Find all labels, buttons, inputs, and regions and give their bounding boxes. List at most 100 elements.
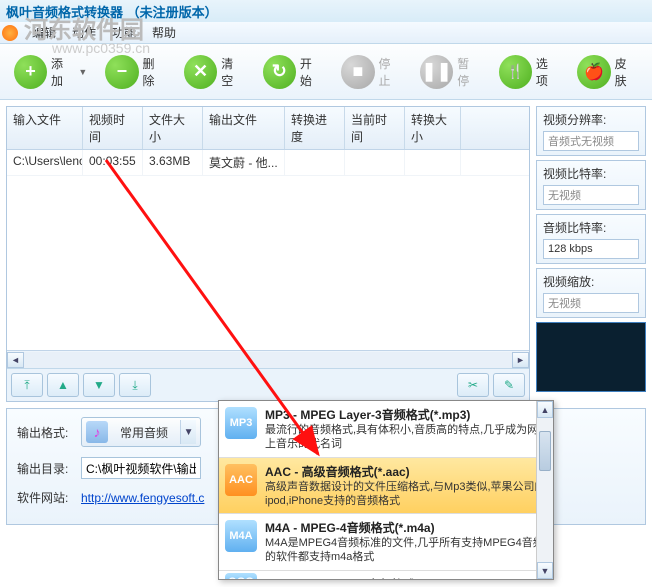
video-zoom-value[interactable]: 无视频 — [543, 293, 639, 313]
dd-desc: 最流行的音频格式,具有体积小,音质高的特点,几乎成为网上音乐的代名词 — [265, 423, 547, 452]
cell-converted — [405, 150, 461, 175]
dd-title: AAC - 高级音频格式(*.aac) — [265, 463, 547, 480]
pause-button[interactable]: ❚❚ 暂停 — [414, 51, 487, 93]
preview-area — [536, 322, 646, 392]
output-dir-input[interactable] — [81, 457, 201, 479]
add-button[interactable]: + 添加 ▼ — [8, 51, 93, 93]
move-down-button[interactable]: ▼ — [83, 373, 115, 397]
skin-button[interactable]: 🍎 皮肤 — [571, 51, 644, 93]
dropdown-item-mp3[interactable]: MP3 MP3 - MPEG Layer-3音频格式(*.mp3) 最流行的音频… — [219, 401, 553, 458]
dd-desc: M4A是MPEG4音频标准的文件,几乎所有支持MPEG4音频的软件都支持m4a格… — [265, 536, 547, 565]
menu-function[interactable]: 功能 — [104, 22, 144, 43]
clear-button[interactable]: ✕ 清空 — [178, 51, 251, 93]
scrollbar-thumb[interactable] — [539, 431, 551, 471]
scroll-up-icon[interactable]: ▲ — [537, 401, 553, 418]
video-bitrate-group: 视频比特率: 无视频 — [536, 160, 646, 210]
stop-label: 停止 — [379, 55, 402, 89]
th-time[interactable]: 视频时间 — [83, 107, 143, 149]
pause-icon: ❚❚ — [420, 55, 453, 89]
stop-button[interactable]: ■ 停止 — [335, 51, 408, 93]
cell-input: C:\Users\leno... — [7, 150, 83, 175]
format-combo[interactable]: ♪ 常用音频 ▼ — [81, 417, 201, 447]
dropdown-item-m4a[interactable]: M4A M4A - MPEG-4音频格式(*.m4a) M4A是MPEG4音频标… — [219, 514, 553, 571]
th-output[interactable]: 输出文件 — [203, 107, 285, 149]
options-label: 选项 — [536, 55, 559, 89]
cell-size: 3.63MB — [143, 150, 203, 175]
aac-icon: AAC — [225, 464, 257, 496]
th-input[interactable]: 输入文件 — [7, 107, 83, 149]
menu-help[interactable]: 帮助 — [144, 22, 184, 43]
plus-icon: + — [14, 55, 47, 89]
format-dropdown: MP3 MP3 - MPEG Layer-3音频格式(*.mp3) 最流行的音频… — [218, 400, 554, 580]
skin-label: 皮肤 — [615, 55, 638, 89]
pause-label: 暂停 — [457, 55, 480, 89]
video-res-value[interactable]: 音频式无视频 — [543, 131, 639, 151]
move-up-button[interactable]: ▲ — [47, 373, 79, 397]
window-title: 枫叶音频格式转换器 （未注册版本） — [6, 2, 218, 21]
m4a-icon: M4A — [225, 520, 257, 552]
ogg-icon: OGG — [225, 573, 257, 580]
scroll-down-icon[interactable]: ▼ — [537, 562, 553, 579]
dropdown-scrollbar[interactable]: ▲ ▼ — [536, 401, 553, 579]
table-row[interactable]: C:\Users\leno... 00:03:55 3.63MB 莫文蔚 - 他… — [7, 150, 529, 176]
format-combo-text: 常用音频 — [114, 424, 174, 441]
tools-icon: 🍴 — [499, 55, 532, 89]
table-body[interactable]: C:\Users\leno... 00:03:55 3.63MB 莫文蔚 - 他… — [7, 150, 529, 350]
options-button[interactable]: 🍴 选项 — [493, 51, 566, 93]
audio-bitrate-label: 音频比特率: — [543, 219, 639, 236]
video-bitrate-label: 视频比特率: — [543, 165, 639, 182]
chevron-down-icon[interactable]: ▼ — [180, 420, 196, 444]
cell-output: 莫文蔚 - 他... — [203, 150, 285, 175]
stop-icon: ■ — [341, 55, 374, 89]
move-bottom-button[interactable]: ⤓ — [119, 373, 151, 397]
edit-button[interactable]: ✎ — [493, 373, 525, 397]
format-label: 输出格式: — [17, 424, 73, 441]
mp3-icon: MP3 — [225, 407, 257, 439]
file-table: 输入文件 视频时间 文件大小 输出文件 转换进度 当前时间 转换大小 C:\Us… — [6, 106, 530, 402]
start-button[interactable]: ↻ 开始 — [257, 51, 330, 93]
scroll-right-icon[interactable]: ► — [512, 352, 529, 368]
play-icon: ↻ — [263, 55, 296, 89]
th-current[interactable]: 当前时间 — [345, 107, 405, 149]
site-link[interactable]: http://www.fengyesoft.c — [81, 491, 204, 505]
th-converted[interactable]: 转换大小 — [405, 107, 461, 149]
apple-icon: 🍎 — [577, 55, 610, 89]
clear-icon: ✕ — [184, 55, 217, 89]
music-note-icon: ♪ — [86, 421, 108, 443]
start-label: 开始 — [300, 55, 323, 89]
action-row: ⤒ ▲ ▼ ⤓ ✂ ✎ — [7, 368, 529, 401]
toolbar: + 添加 ▼ − 删除 ✕ 清空 ↻ 开始 ■ 停止 ❚❚ 暂停 🍴 选项 🍎 … — [0, 44, 652, 100]
dropdown-item-ogg[interactable]: OGG OGG - Ogg Vorbis音频格式(*.ogg) — [219, 571, 553, 580]
move-top-button[interactable]: ⤒ — [11, 373, 43, 397]
table-header: 输入文件 视频时间 文件大小 输出文件 转换进度 当前时间 转换大小 — [7, 107, 529, 150]
dd-title: M4A - MPEG-4音频格式(*.m4a) — [265, 519, 547, 536]
video-zoom-group: 视频缩放: 无视频 — [536, 268, 646, 318]
titlebar: 枫叶音频格式转换器 （未注册版本） — [0, 0, 652, 22]
main-area: 输入文件 视频时间 文件大小 输出文件 转换进度 当前时间 转换大小 C:\Us… — [0, 100, 652, 408]
horizontal-scrollbar[interactable]: ◄ ► — [7, 350, 529, 368]
clear-label: 清空 — [221, 55, 244, 89]
dropdown-item-aac[interactable]: AAC AAC - 高级音频格式(*.aac) 高级声音数据设计的文件压缩格式,… — [219, 458, 553, 515]
cut-button[interactable]: ✂ — [457, 373, 489, 397]
dir-label: 输出目录: — [17, 460, 73, 477]
th-progress[interactable]: 转换进度 — [285, 107, 345, 149]
down-icon: ▼ — [93, 378, 105, 392]
menu-action[interactable]: 动作 — [64, 22, 104, 43]
menu-edit[interactable]: 编辑 — [24, 22, 64, 43]
th-size[interactable]: 文件大小 — [143, 107, 203, 149]
pencil-icon: ✎ — [504, 378, 514, 392]
scroll-track[interactable] — [24, 352, 512, 368]
video-resolution-group: 视频分辨率: 音频式无视频 — [536, 106, 646, 156]
delete-button[interactable]: − 删除 — [99, 51, 172, 93]
minus-icon: − — [105, 55, 138, 89]
cell-progress — [285, 150, 345, 175]
video-res-label: 视频分辨率: — [543, 111, 639, 128]
audio-bitrate-value[interactable]: 128 kbps — [543, 239, 639, 259]
cell-current — [345, 150, 405, 175]
scroll-left-icon[interactable]: ◄ — [7, 352, 24, 368]
video-bitrate-value[interactable]: 无视频 — [543, 185, 639, 205]
delete-label: 删除 — [143, 55, 166, 89]
dd-title: OGG - Ogg Vorbis音频格式(*.ogg) — [265, 576, 547, 580]
chevron-down-icon: ▼ — [78, 67, 87, 77]
video-zoom-label: 视频缩放: — [543, 273, 639, 290]
